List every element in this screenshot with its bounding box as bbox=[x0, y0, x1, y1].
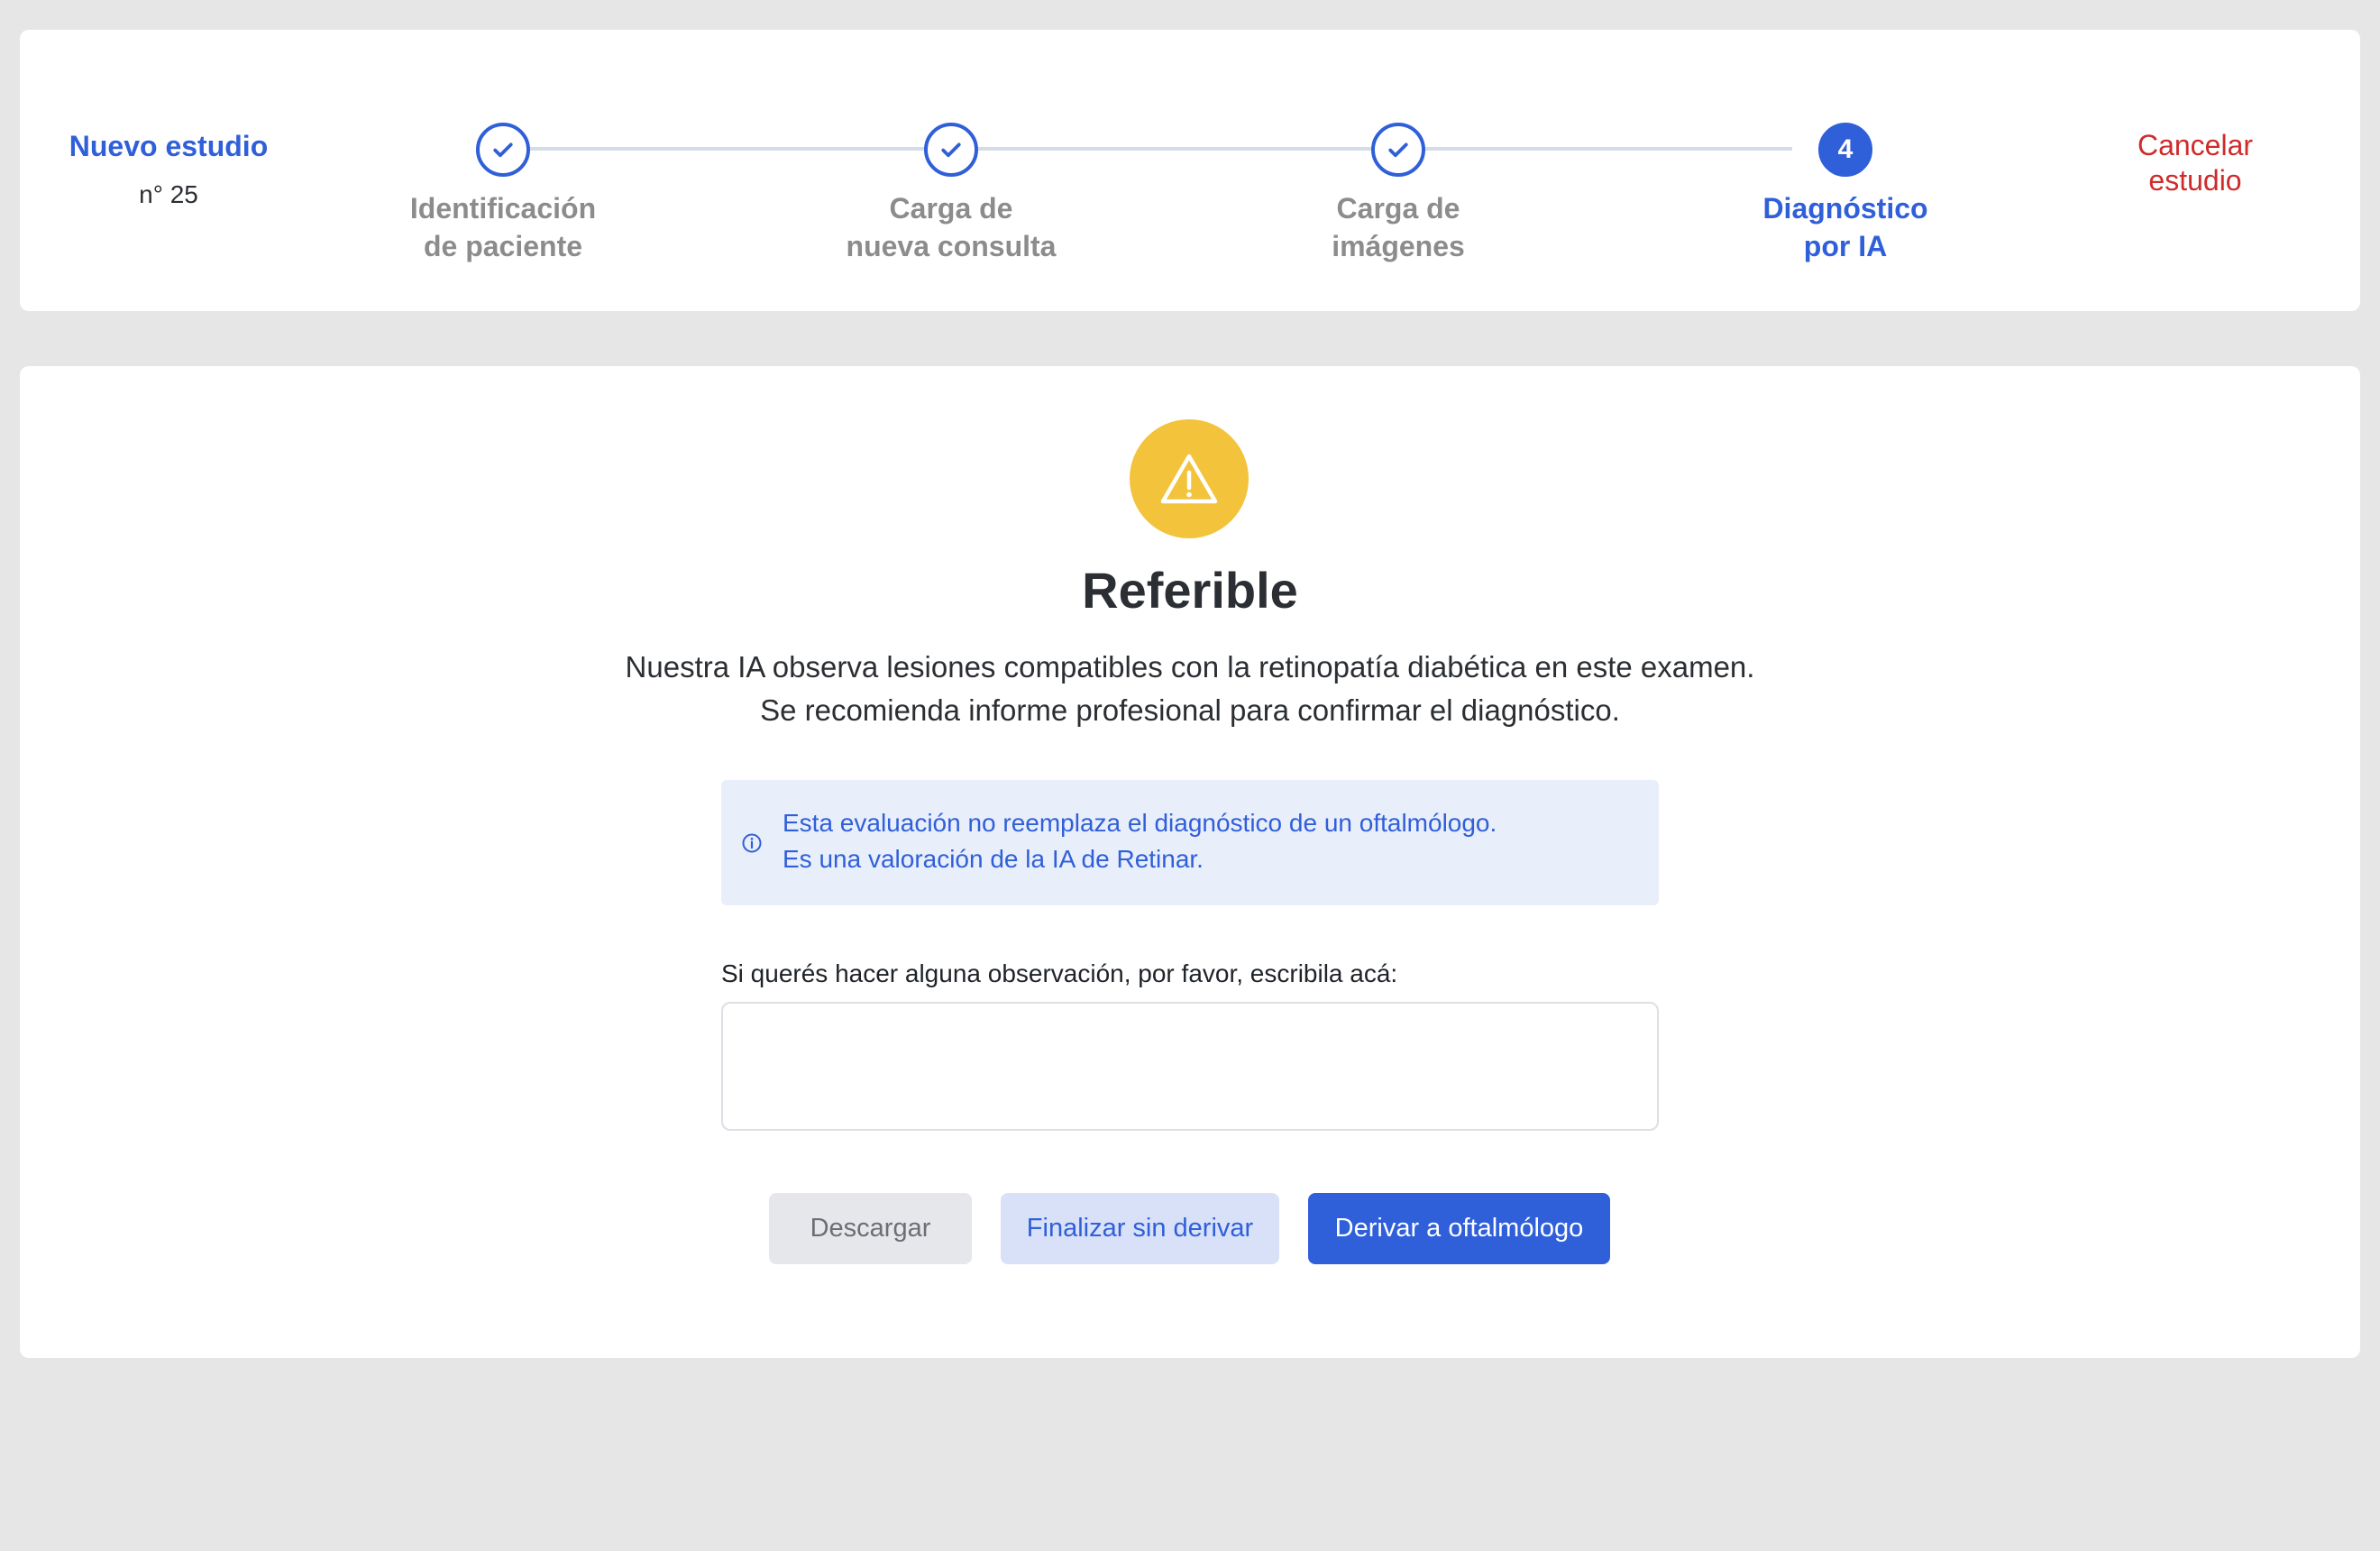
step-label: Identificación de paciente bbox=[409, 192, 597, 262]
disclaimer-line: Esta evaluación no reemplaza el diagnóst… bbox=[783, 809, 1497, 837]
result-title: Referible bbox=[1082, 562, 1298, 619]
step-patient-identification: Identificación de paciente bbox=[368, 123, 638, 265]
stepper-line bbox=[530, 147, 1792, 151]
step-label: Diagnóstico por IA bbox=[1762, 192, 1928, 262]
check-icon bbox=[1371, 123, 1425, 177]
study-number: n° 25 bbox=[139, 180, 198, 208]
step-new-consultation: Carga de nueva consulta bbox=[816, 123, 1086, 265]
result-description: Nuestra IA observa lesiones compatibles … bbox=[0, 646, 2380, 732]
finish-without-referral-button[interactable]: Finalizar sin derivar bbox=[1001, 1193, 1279, 1264]
download-button[interactable]: Descargar bbox=[769, 1193, 972, 1264]
study-title: Nuevo estudio bbox=[69, 130, 269, 162]
disclaimer-text: Esta evaluación no reemplaza el diagnóst… bbox=[783, 805, 1497, 877]
step-label: Carga de nueva consulta bbox=[846, 192, 1057, 262]
result-description-line: Nuestra IA observa lesiones compatibles … bbox=[625, 650, 1755, 684]
observation-label: Si querés hacer alguna observación, por … bbox=[721, 959, 1398, 987]
step-number-badge: 4 bbox=[1818, 123, 1872, 177]
step-image-upload: Carga de imágenes bbox=[1263, 123, 1533, 265]
check-icon bbox=[924, 123, 978, 177]
disclaimer-line: Es una valoración de la IA de Retinar. bbox=[783, 845, 1204, 873]
cancel-study-link[interactable]: Cancelar estudio bbox=[2073, 128, 2317, 198]
check-icon bbox=[476, 123, 530, 177]
refer-to-ophthalmologist-button[interactable]: Derivar a oftalmólogo bbox=[1308, 1193, 1610, 1264]
step-ai-diagnosis: 4 Diagnóstico por IA bbox=[1710, 123, 1981, 265]
disclaimer-notice: Esta evaluación no reemplaza el diagnóst… bbox=[721, 780, 1659, 905]
step-label: Carga de imágenes bbox=[1332, 192, 1465, 262]
result-description-line: Se recomienda informe profesional para c… bbox=[760, 693, 1620, 727]
observation-textarea[interactable] bbox=[721, 1002, 1659, 1131]
info-icon bbox=[742, 833, 762, 853]
warning-icon bbox=[1130, 419, 1249, 538]
